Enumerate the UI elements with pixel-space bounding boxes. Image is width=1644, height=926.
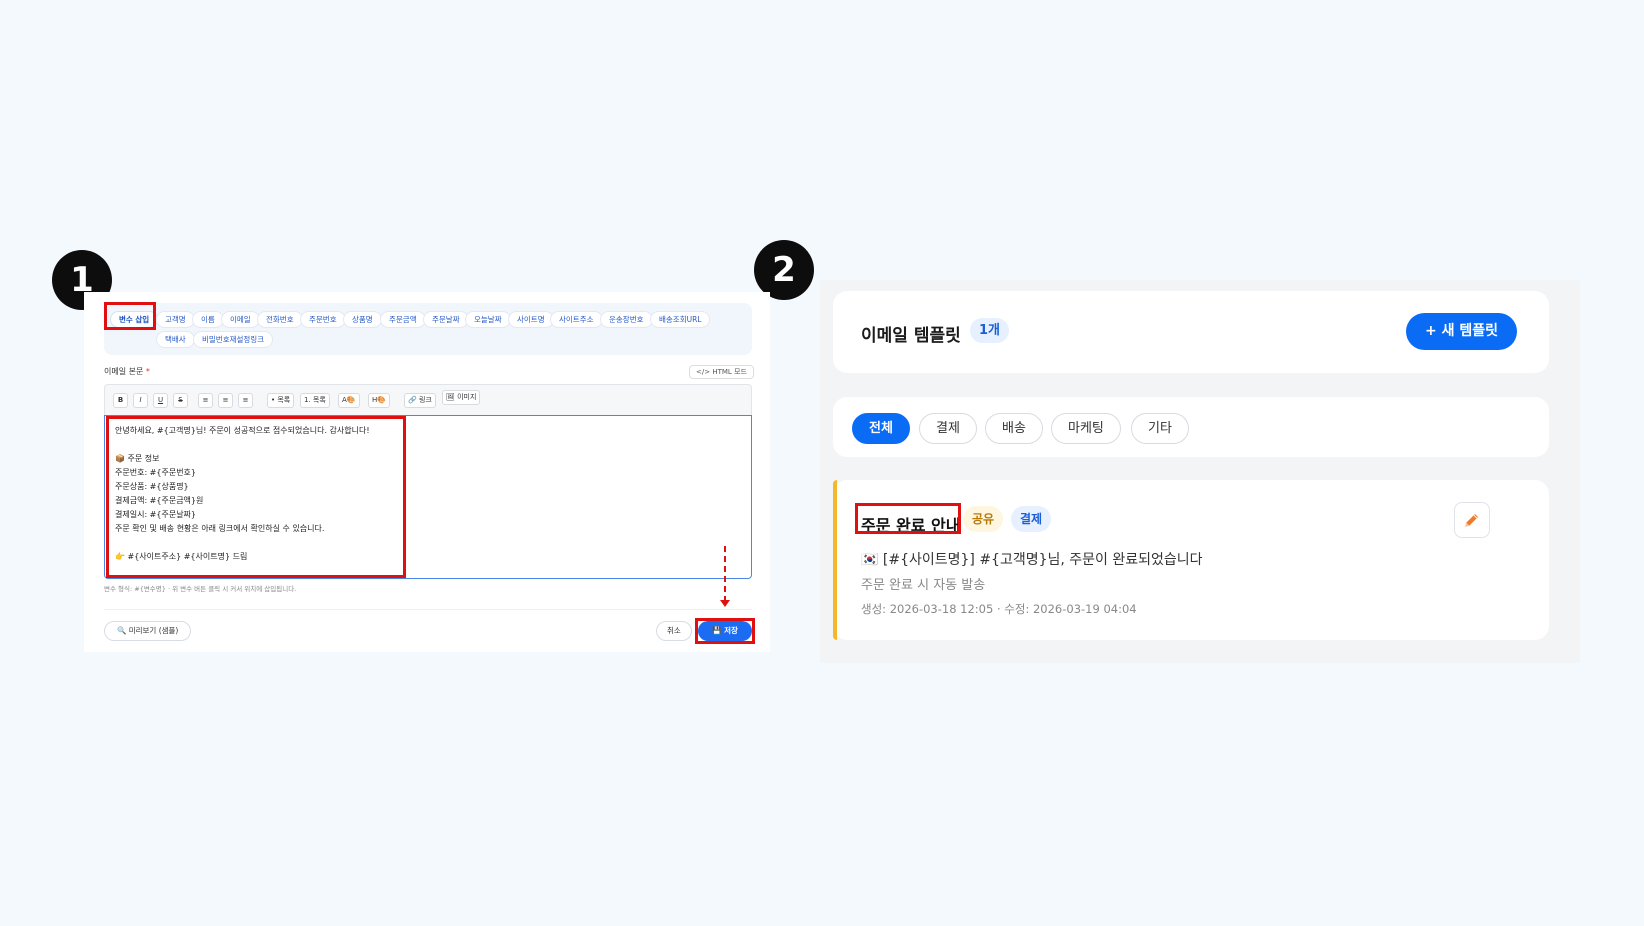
numbered-list-button[interactable]: 1. 목록 — [300, 393, 330, 408]
category-badge: 결제 — [1011, 506, 1052, 532]
preview-button[interactable]: 🔍 미리보기 (샘플) — [104, 621, 192, 641]
dashed-arrow-line — [724, 546, 726, 602]
template-subject: 🇰🇷 [#{사이트명}] #{고객명}님, 주문이 완료되었습니다 — [861, 552, 1203, 568]
pencil-icon — [1465, 514, 1478, 527]
variable-chip[interactable]: 운송장번호 — [600, 311, 653, 328]
filter-tab-all[interactable]: 전체 — [852, 413, 910, 444]
variable-chip[interactable]: 주문금액 — [380, 311, 426, 328]
template-description: 주문 완료 시 자동 발송 — [861, 578, 986, 593]
template-list-panel: 이메일 템플릿 1개 + 새 템플릿 전체 결제 배송 마케팅 기타 주문 완료… — [820, 280, 1580, 663]
variable-format-hint: 변수 형식: #{변수명} · 위 변수 버튼 클릭 시 커서 위치에 삽입됩니… — [104, 585, 297, 593]
email-body-label-text: 이메일 본문 — [104, 367, 144, 376]
filter-tab-other[interactable]: 기타 — [1131, 413, 1189, 444]
variable-chip[interactable]: 주문번호 — [300, 311, 346, 328]
filter-tab-payment[interactable]: 결제 — [919, 413, 977, 444]
align-right-button[interactable]: ≡ — [238, 393, 253, 408]
variable-chip[interactable]: 이메일 — [221, 311, 260, 328]
page-title: 이메일 템플릿 — [861, 326, 961, 346]
filter-tab-shipping[interactable]: 배송 — [985, 413, 1043, 444]
bold-button[interactable]: B — [113, 393, 128, 408]
highlight-box-save — [695, 618, 755, 644]
arrow-head-icon — [720, 600, 730, 607]
edit-template-button[interactable] — [1454, 502, 1490, 538]
new-template-button[interactable]: + 새 템플릿 — [1406, 313, 1517, 350]
font-color-button[interactable]: A🎨 — [338, 393, 360, 408]
highlight-box-template-name — [855, 503, 961, 534]
variable-chip[interactable]: 고객명 — [156, 311, 195, 328]
variable-chip[interactable]: 배송조회URL — [650, 311, 711, 328]
variable-chip[interactable]: 전화번호 — [257, 311, 303, 328]
html-mode-button[interactable]: </> HTML 모드 — [689, 365, 754, 379]
italic-button[interactable]: I — [133, 393, 148, 408]
variable-chip[interactable]: 상품명 — [343, 311, 382, 328]
template-card-accent-bar — [833, 480, 837, 640]
strikethrough-button[interactable]: S — [173, 393, 188, 408]
email-body-label: 이메일 본문 * — [104, 366, 150, 377]
step-2-badge: 2 — [754, 240, 814, 300]
template-header-card: 이메일 템플릿 1개 + 새 템플릿 — [833, 291, 1549, 373]
variable-chip[interactable]: 비밀번호재설정링크 — [193, 331, 274, 348]
required-mark: * — [145, 367, 150, 376]
align-center-button[interactable]: ≡ — [218, 393, 233, 408]
image-button[interactable]: 🖼 이미지 — [442, 390, 481, 405]
shared-badge: 공유 — [963, 506, 1004, 532]
variable-chip[interactable]: 오늘날짜 — [465, 311, 511, 328]
bullet-list-button[interactable]: • 목록 — [267, 393, 295, 408]
variable-chip-bar: 변수 삽입 고객명 이름 이메일 전화번호 주문번호 상품명 주문금액 주문날짜… — [104, 303, 752, 355]
variable-chip[interactable]: 이름 — [192, 311, 224, 328]
template-count-badge: 1개 — [970, 318, 1010, 343]
variable-chip[interactable]: 택배사 — [156, 331, 195, 348]
link-button[interactable]: 🔗 링크 — [404, 393, 436, 408]
cancel-button[interactable]: 취소 — [656, 621, 692, 641]
highlight-box-editor-body — [106, 416, 406, 578]
footer-divider — [104, 609, 752, 610]
highlight-box-insert-variable — [104, 302, 156, 330]
editor-toolbar: B I U S ≡ ≡ ≡ • 목록 1. 목록 A🎨 H🎨 🔗 링크 🖼 이미… — [104, 384, 752, 415]
variable-chip[interactable]: 사이트주소 — [550, 311, 603, 328]
filter-tabs-card: 전체 결제 배송 마케팅 기타 — [833, 397, 1549, 457]
align-left-button[interactable]: ≡ — [198, 393, 213, 408]
filter-tab-marketing[interactable]: 마케팅 — [1051, 413, 1121, 444]
variable-chip[interactable]: 주문날짜 — [423, 311, 469, 328]
template-dates: 생성: 2026-03-18 12:05 · 수정: 2026-03-19 04… — [861, 602, 1137, 616]
variable-chip[interactable]: 사이트명 — [508, 311, 554, 328]
underline-button[interactable]: U — [153, 393, 168, 408]
highlight-button[interactable]: H🎨 — [368, 393, 390, 408]
